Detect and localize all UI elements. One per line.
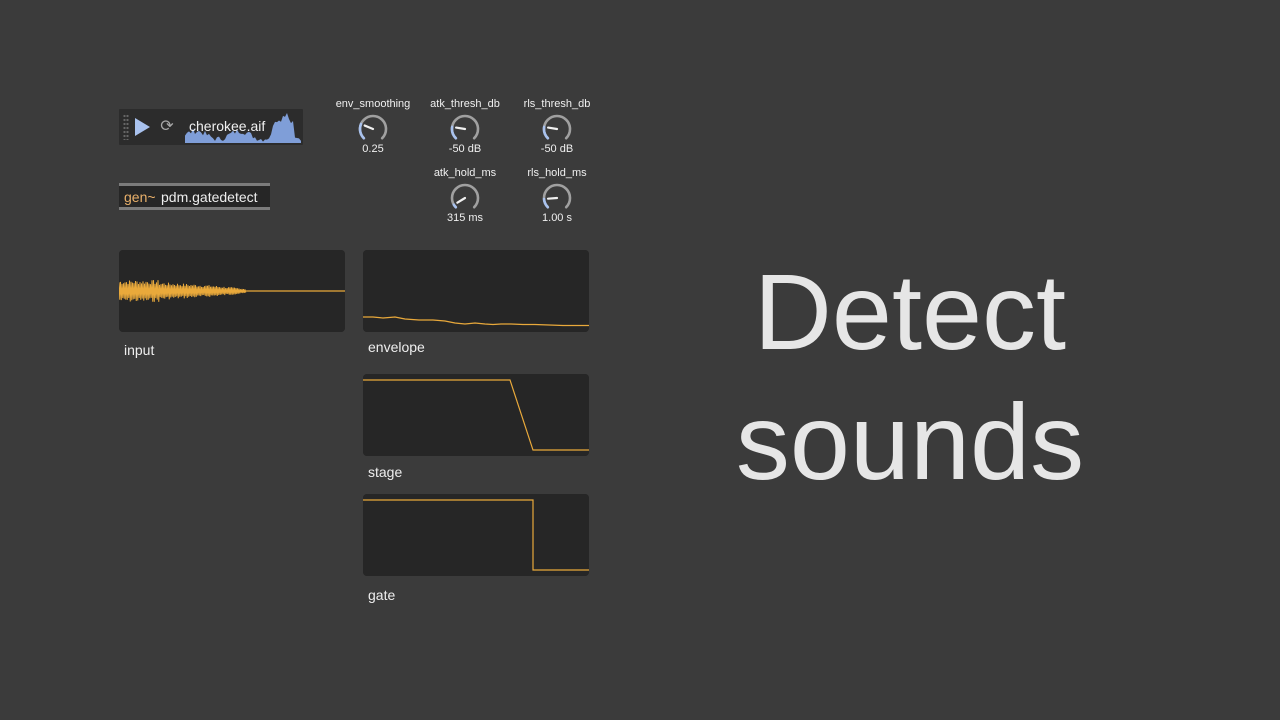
dial-track (542, 183, 572, 209)
envelope-scope-label: envelope (368, 339, 425, 355)
dial-track (358, 114, 388, 140)
dial-value-arc (542, 125, 550, 140)
drag-handle-icon[interactable] (123, 114, 129, 140)
atk-thresh-dial[interactable] (448, 112, 482, 146)
dial-value-rls-thresh: -50 dB (540, 143, 574, 155)
gate-scope-label: gate (368, 587, 396, 603)
headline-line-1: Detect (753, 251, 1067, 372)
dial-value-arc (358, 122, 366, 140)
dial-track (450, 183, 480, 209)
rls-hold-dial[interactable] (540, 181, 574, 215)
play-icon[interactable] (135, 118, 150, 136)
input-scope (119, 250, 345, 332)
dial-value-rls-hold: 1.00 s (542, 212, 572, 224)
file-name-label: cherokee.aif (189, 118, 266, 134)
gen-object[interactable]: gen~ pdm.gatedetect (119, 183, 270, 210)
input-scope-label: input (124, 342, 155, 358)
gen-argument: pdm.gatedetect (161, 189, 258, 205)
dial-value-arc (542, 197, 550, 209)
dial-needle (546, 196, 559, 200)
dial-needle (547, 126, 559, 131)
atk-hold-dial[interactable] (448, 181, 482, 215)
rls-thresh-dial[interactable] (540, 112, 574, 146)
env-smoothing-dial[interactable] (356, 112, 390, 146)
playlist-player[interactable]: ⟳ cherokee.aif (119, 109, 303, 145)
dial-label-rls-hold: rls_hold_ms (527, 167, 587, 179)
dial-needle (456, 196, 467, 204)
gate-scope (363, 494, 589, 576)
dial-value-arc (450, 125, 458, 140)
envelope-scope (363, 250, 589, 332)
dial-needle (455, 126, 467, 131)
stage-scope-label: stage (368, 464, 403, 480)
loop-icon[interactable]: ⟳ (159, 118, 175, 136)
stage-scope (363, 374, 589, 456)
headline-line-2: sounds (735, 381, 1085, 502)
dial-label-rls-thresh: rls_thresh_db (523, 98, 591, 110)
dial-value-arc (452, 203, 458, 209)
dial-needle (363, 124, 375, 131)
gen-keyword: gen~ (124, 189, 156, 205)
